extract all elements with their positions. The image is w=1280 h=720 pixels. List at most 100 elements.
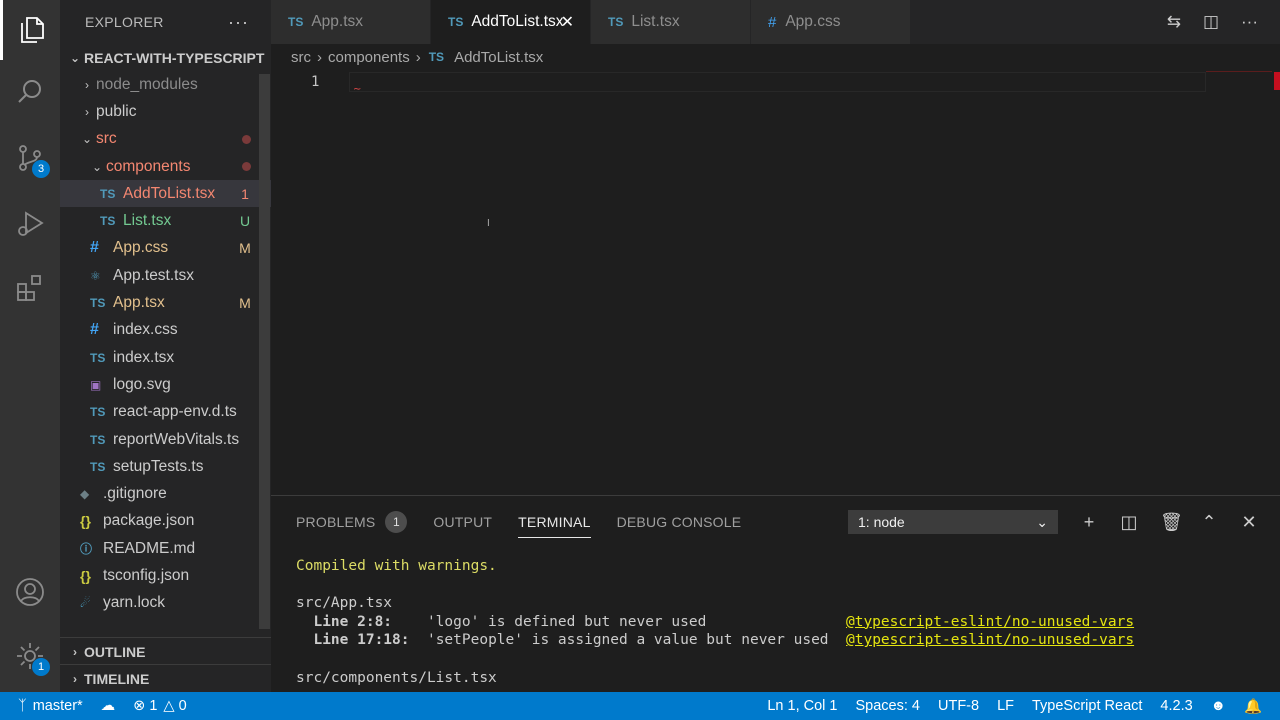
tab-output[interactable]: OUTPUT [433, 496, 492, 548]
file-item[interactable]: ⚛ App.test.tsx [60, 262, 271, 289]
scm-badge: 3 [32, 160, 50, 178]
branch-indicator[interactable]: ᛉ master* [0, 692, 92, 720]
tab-problems[interactable]: PROBLEMS 1 [296, 496, 408, 548]
split-terminal-icon[interactable]: ◫ [1120, 512, 1138, 533]
new-terminal-icon[interactable]: + [1080, 512, 1098, 533]
file-item[interactable]: TS AddToList.tsx 1 [60, 180, 271, 208]
file-item[interactable]: {} tsconfig.json [60, 562, 271, 589]
end-of-line[interactable]: LF [988, 692, 1023, 720]
warning-message: 'logo' is defined but never used [392, 613, 846, 630]
open-changes-icon[interactable]: ⇆ [1167, 12, 1181, 32]
tab-terminal[interactable]: TERMINAL [518, 496, 591, 548]
trash-icon[interactable]: 🗑 [1160, 512, 1183, 533]
current-line-highlight [349, 72, 1206, 92]
tab-addtolist-tsx[interactable]: TS AddToList.tsx ✕ [431, 0, 591, 44]
tree-item-label: package.json [103, 512, 195, 530]
accounts-icon[interactable] [0, 562, 60, 622]
tab-app-tsx[interactable]: TS App.tsx [271, 0, 431, 44]
file-item[interactable]: ☄ yarn.lock [60, 590, 271, 617]
chevron-down-icon: ⌄ [91, 159, 103, 174]
close-icon[interactable]: ✕ [1240, 512, 1258, 533]
tab-list-tsx[interactable]: TS List.tsx [591, 0, 751, 44]
terminal-select[interactable]: 1: node ⌄ [848, 510, 1058, 534]
more-actions-icon[interactable]: ··· [1241, 12, 1258, 32]
outline-section[interactable]: › OUTLINE [60, 637, 271, 665]
typescript-file-icon: TS [90, 350, 106, 365]
breadcrumb-components[interactable]: components [328, 49, 410, 66]
run-debug-icon[interactable] [0, 193, 60, 253]
settings-gear-icon[interactable]: 1 [0, 626, 60, 686]
sync-icon[interactable]: ☁ [92, 692, 125, 720]
warning-rule-link[interactable]: @typescript-eslint/no-unused-vars [846, 632, 1134, 648]
timeline-section[interactable]: › TIMELINE [60, 664, 271, 692]
feedback-icon[interactable]: ☻ [1202, 692, 1235, 720]
tree-item-label: node_modules [96, 75, 198, 93]
file-item[interactable]: # App.css M [60, 235, 271, 262]
indentation[interactable]: Spaces: 4 [846, 692, 929, 720]
cursor-position[interactable]: Ln 1, Col 1 [758, 692, 846, 720]
explorer-icon[interactable] [0, 0, 60, 60]
tree-item-label: yarn.lock [103, 594, 166, 612]
file-item[interactable]: ▣ logo.svg [60, 371, 271, 398]
breadcrumb-src[interactable]: src [291, 49, 311, 66]
more-actions-icon[interactable]: ··· [228, 12, 249, 33]
tree-item-label: react-app-env.d.ts [113, 403, 237, 421]
error-icon: ⊗ [133, 698, 146, 714]
file-item[interactable]: TS index.tsx [60, 344, 271, 371]
notifications-bell-icon[interactable]: 🔔 [1235, 692, 1280, 720]
typescript-file-icon: TS [90, 405, 106, 420]
typescript-file-icon: TS [90, 459, 106, 474]
file-item[interactable]: ◆ .gitignore [60, 480, 271, 507]
tree-item-label: logo.svg [113, 375, 171, 393]
close-icon[interactable]: ✕ [561, 12, 574, 32]
file-item[interactable]: TS App.tsx M [60, 289, 271, 316]
chevron-down-icon: ⌄ [81, 132, 93, 147]
chevron-right-icon: › [85, 104, 89, 119]
folder-item[interactable]: ⌄ src [60, 126, 271, 153]
source-control-icon[interactable]: 3 [0, 128, 60, 188]
tree-item-label: List.tsx [123, 212, 172, 230]
project-folder-header[interactable]: ⌄ REACT-WITH-TYPESCRIPT [60, 44, 271, 71]
tab-debug-console[interactable]: DEBUG CONSOLE [617, 496, 742, 548]
file-item[interactable]: TS List.tsx U [60, 207, 271, 234]
language-mode[interactable]: TypeScript React [1023, 692, 1151, 720]
css-file-icon: # [90, 321, 99, 339]
encoding[interactable]: UTF-8 [929, 692, 988, 720]
file-item[interactable]: ⓘ README.md [60, 535, 271, 562]
chevron-down-icon: ⌄ [1036, 513, 1048, 530]
sidebar-scrollbar[interactable] [259, 74, 270, 629]
chevron-up-icon[interactable]: ⌃ [1200, 512, 1218, 533]
search-icon[interactable] [0, 62, 60, 122]
react-test-file-icon: ⚛ [90, 268, 101, 283]
tree-item-label: public [96, 102, 137, 120]
typescript-version[interactable]: 4.2.3 [1151, 692, 1201, 720]
breadcrumb: src › components › TS AddToList.tsx [291, 46, 543, 68]
file-item[interactable]: TS reportWebVitals.ts [60, 426, 271, 453]
file-item[interactable]: # index.css [60, 317, 271, 344]
editor-actions: ⇆ ◫ ··· [1167, 0, 1280, 44]
folder-item[interactable]: ⌄ components [60, 153, 271, 180]
terminal-select-value: 1: node [858, 514, 905, 530]
split-editor-icon[interactable]: ◫ [1203, 12, 1219, 32]
code-editor[interactable]: 1 ∼ I [271, 68, 1280, 494]
terminal-file: src/components/List.tsx [296, 669, 497, 686]
terminal-output[interactable]: Compiled with warnings. ​ src/App.tsx Li… [296, 557, 1134, 687]
file-item[interactable]: TS setupTests.ts [60, 453, 271, 480]
folder-item[interactable]: › public [60, 98, 271, 125]
folder-item[interactable]: › node_modules [60, 71, 271, 98]
warning-rule-link[interactable]: @typescript-eslint/no-unused-vars [846, 614, 1134, 630]
tab-app-css[interactable]: # App.css [751, 0, 911, 44]
file-item[interactable]: TS react-app-env.d.ts [60, 399, 271, 426]
file-tree: › node_modules › public ⌄ src ⌄ components TS Add… [60, 71, 271, 617]
problems-indicator[interactable]: ⊗ 1 △ 0 [124, 692, 195, 720]
overview-ruler-error-marker[interactable] [1274, 72, 1280, 90]
warning-location: Line 2:8: [296, 613, 393, 630]
git-status-badge: 1 [241, 185, 249, 202]
extensions-icon[interactable] [0, 258, 60, 318]
breadcrumb-file[interactable]: AddToList.tsx [454, 49, 543, 66]
tree-item-label: tsconfig.json [103, 566, 190, 584]
yarn-file-icon: ☄ [80, 596, 91, 611]
overview-ruler-line [1206, 71, 1272, 72]
file-item[interactable]: {} package.json [60, 508, 271, 535]
warning-location: Line 17:18: [296, 632, 410, 649]
